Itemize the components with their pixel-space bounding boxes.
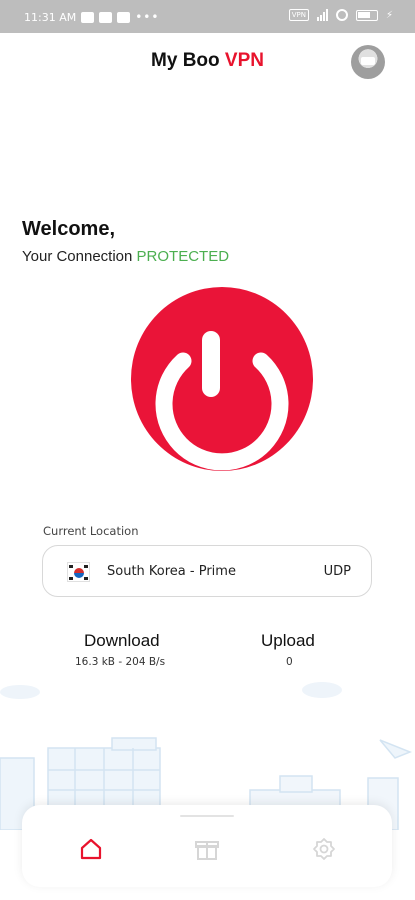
connect-power-button[interactable] [131, 287, 313, 471]
charging-icon: ⚡ [385, 9, 393, 21]
bottom-navigation [22, 805, 392, 887]
message-icon [81, 11, 95, 23]
welcome-heading: Welcome, [22, 218, 115, 240]
connection-label: Your Connection [22, 248, 137, 265]
vpn-status-icon: VPN [288, 9, 309, 21]
status-bar-right: VPN ⚡ [288, 9, 393, 21]
nav-gift[interactable] [193, 835, 221, 863]
nav-home[interactable] [77, 835, 105, 863]
signal-icon [316, 9, 328, 21]
avatar-icon [361, 57, 375, 65]
status-bar: 11:31 AM ••• VPN ⚡ [0, 0, 415, 33]
location-name: South Korea - Prime [107, 564, 236, 579]
youtube-icon [117, 11, 131, 23]
chat-icon [99, 11, 113, 23]
connection-status: PROTECTED [136, 248, 230, 265]
wifi-icon [335, 9, 348, 21]
upload-label: Upload [261, 631, 315, 650]
profile-avatar[interactable] [351, 45, 385, 79]
nav-handle [180, 815, 234, 817]
more-notifications-icon: ••• [135, 10, 160, 24]
south-korea-flag-icon [67, 562, 90, 582]
download-label: Download [84, 631, 160, 650]
battery-icon [355, 9, 378, 21]
power-icon [155, 331, 289, 471]
protocol-label: UDP [323, 564, 351, 579]
app-title-accent: VPN [224, 50, 264, 71]
upload-value: 0 [286, 656, 293, 668]
nav-badge[interactable] [310, 835, 338, 863]
current-location-label: Current Location [43, 524, 139, 538]
location-selector[interactable]: South Korea - Prime UDP [42, 545, 372, 597]
badge-icon [313, 838, 335, 860]
app-title-prefix: My Boo [151, 50, 225, 71]
status-bar-left: 11:31 AM ••• [24, 10, 159, 24]
download-value: 16.3 kB - 204 B/s [75, 656, 166, 668]
gift-icon [195, 841, 219, 860]
home-icon [80, 838, 102, 860]
connection-status-line: Your Connection PROTECTED [22, 248, 229, 265]
status-time: 11:31 AM [24, 10, 77, 24]
